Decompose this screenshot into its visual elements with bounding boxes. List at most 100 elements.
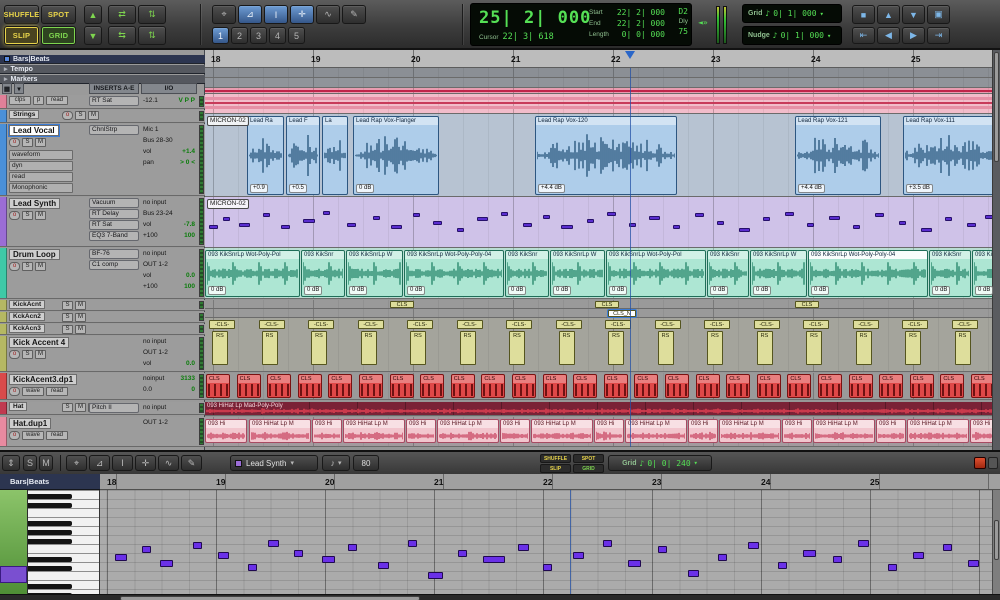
midi-note[interactable]	[967, 223, 976, 227]
record-enable-button[interactable]: o	[9, 350, 20, 359]
clip-cls[interactable]: -CLS-	[655, 320, 681, 329]
midi-note[interactable]	[649, 216, 660, 220]
midi-note[interactable]	[223, 217, 230, 221]
track-view-option[interactable]: read	[9, 172, 73, 182]
audio-clip[interactable]: CLS	[420, 374, 444, 398]
audio-clip[interactable]: CLS	[665, 374, 689, 398]
midi-note[interactable]	[853, 225, 860, 229]
insert-slot[interactable]: RT Delay	[89, 209, 139, 219]
midi-note[interactable]	[294, 550, 303, 557]
zoom-bank-button[interactable]: ⇆	[108, 26, 136, 45]
midi-note[interactable]	[673, 225, 680, 229]
clip-rs[interactable]: RS	[509, 331, 525, 365]
io-slot[interactable]: -12.1V P P	[141, 96, 197, 106]
io-slot[interactable]: +100100	[141, 231, 197, 241]
io-slot[interactable]: vol-7.8	[141, 220, 197, 230]
midi-note[interactable]	[433, 221, 442, 225]
piano-key-black[interactable]	[28, 557, 72, 562]
clip-cls[interactable]: -CLS-	[803, 320, 829, 329]
audio-clip[interactable]: 093 KikSnrLp Wot-Poly-Poly-040 dB	[404, 250, 504, 297]
midi-note[interactable]	[829, 216, 840, 220]
clip-rs[interactable]: RS	[559, 331, 575, 365]
audio-clip[interactable]: 093 KikSnrLp Wot-Poly-Pol0 dB	[205, 250, 300, 297]
audio-clip[interactable]: CLS	[940, 374, 964, 398]
return-to-zero-button[interactable]: ⇤	[852, 27, 875, 44]
mode-button-shuffle[interactable]: SHUFFLE	[4, 5, 39, 24]
mute-button[interactable]: M	[75, 301, 86, 310]
editor-expand-button[interactable]: ⇕	[2, 455, 20, 471]
midi-note[interactable]	[483, 556, 505, 563]
piano-key-black[interactable]	[28, 503, 72, 508]
midi-note[interactable]	[543, 564, 552, 571]
track-name[interactable]: Lead Vocal	[9, 125, 59, 136]
audio-clip[interactable]: CLS	[910, 374, 934, 398]
midi-note[interactable]	[803, 550, 816, 557]
midi-note[interactable]	[413, 213, 420, 217]
piano-key-black[interactable]	[28, 566, 72, 571]
editor-close-button[interactable]	[974, 457, 986, 469]
midi-note[interactable]	[323, 211, 330, 215]
audio-clip[interactable]: CLS	[849, 374, 873, 398]
default-velocity-field[interactable]: 80	[353, 455, 379, 471]
audio-clip[interactable]: 093 KikSnrLp W0 dB	[346, 250, 403, 297]
solo-button[interactable]: S	[22, 262, 33, 271]
io-slot[interactable]: OUT 1-2	[141, 418, 197, 428]
io-slot[interactable]: no input	[141, 198, 197, 208]
read-button[interactable]: read	[46, 431, 68, 440]
midi-note[interactable]	[142, 546, 151, 553]
audio-clip[interactable]: CLS	[573, 374, 597, 398]
track-list-menu-icon[interactable]: ▾	[14, 83, 24, 94]
mode-button-spot[interactable]: SPOT	[41, 5, 76, 24]
mode-button-grid[interactable]: GRID	[41, 26, 76, 45]
audio-clip[interactable]: 093 HiHat Lp M	[813, 419, 875, 443]
io-slot[interactable]: OUT 1-2	[141, 260, 197, 270]
insert-slot[interactable]: RT Sat	[89, 220, 139, 230]
audio-clip[interactable]: CLS	[634, 374, 658, 398]
midi-note[interactable]	[268, 540, 279, 547]
piano-key-black[interactable]	[28, 530, 72, 535]
zoom-up-button[interactable]: ▲	[84, 5, 102, 24]
scrollbar-thumb[interactable]	[994, 520, 999, 560]
audio-clip[interactable]: CLS	[604, 374, 628, 398]
midi-note[interactable]	[115, 554, 127, 561]
playhead-marker[interactable]	[625, 51, 635, 59]
audio-clip[interactable]: CLS	[206, 374, 230, 398]
clip-cls[interactable]: -CLS-	[308, 320, 334, 329]
insert-slot[interactable]: RT Sat	[89, 96, 139, 106]
zoom-preset-5-button[interactable]: 5	[288, 27, 305, 44]
midi-note[interactable]	[785, 212, 794, 216]
io-slot[interactable]: Bus 23-24	[141, 209, 197, 219]
bars-beats-ruler[interactable]: 1819202122232425	[205, 50, 1000, 68]
io-slot[interactable]: Mic 1	[141, 125, 197, 135]
midi-note[interactable]	[347, 223, 356, 227]
clip-cls[interactable]: -CLS-	[506, 320, 532, 329]
midi-note[interactable]	[239, 223, 250, 227]
io-slot[interactable]: noinput3133	[141, 374, 197, 384]
scrollbar-thumb[interactable]	[994, 52, 999, 162]
track-name[interactable]: Kick Accent 4	[9, 337, 69, 348]
track-name[interactable]: KickAcent3.dp1	[9, 374, 77, 385]
clip-rs[interactable]: RS	[311, 331, 327, 365]
clip-group-marker[interactable]: CLS	[595, 301, 619, 308]
clip-cls[interactable]: -CLS-	[358, 320, 384, 329]
mute-button[interactable]: M	[75, 403, 86, 412]
track-name[interactable]: KckAcn2	[9, 312, 45, 321]
io-slot[interactable]: no input	[141, 249, 197, 259]
scrollbar-thumb[interactable]	[120, 596, 420, 600]
midi-note[interactable]	[658, 546, 667, 553]
note-value-selector[interactable]: ♪ ▾	[322, 455, 350, 471]
editor-horizontal-scrollbar[interactable]	[0, 594, 1000, 600]
track-view-option[interactable]: dyn	[9, 161, 73, 171]
io-slot[interactable]: +100100	[141, 282, 197, 292]
midi-note[interactable]	[688, 570, 699, 577]
audio-clip[interactable]: 093 Hi	[312, 419, 342, 443]
midi-note[interactable]	[209, 225, 218, 229]
midi-note[interactable]	[457, 228, 464, 232]
audio-clip[interactable]: CLS	[726, 374, 750, 398]
audio-clip[interactable]: CLS	[757, 374, 781, 398]
midi-note[interactable]	[303, 219, 315, 223]
audio-clip[interactable]: CLS	[390, 374, 414, 398]
midi-note[interactable]	[193, 542, 202, 549]
audio-clip[interactable]: CLS	[879, 374, 903, 398]
audio-clip[interactable]: 093 HiHat Lp M	[719, 419, 781, 443]
